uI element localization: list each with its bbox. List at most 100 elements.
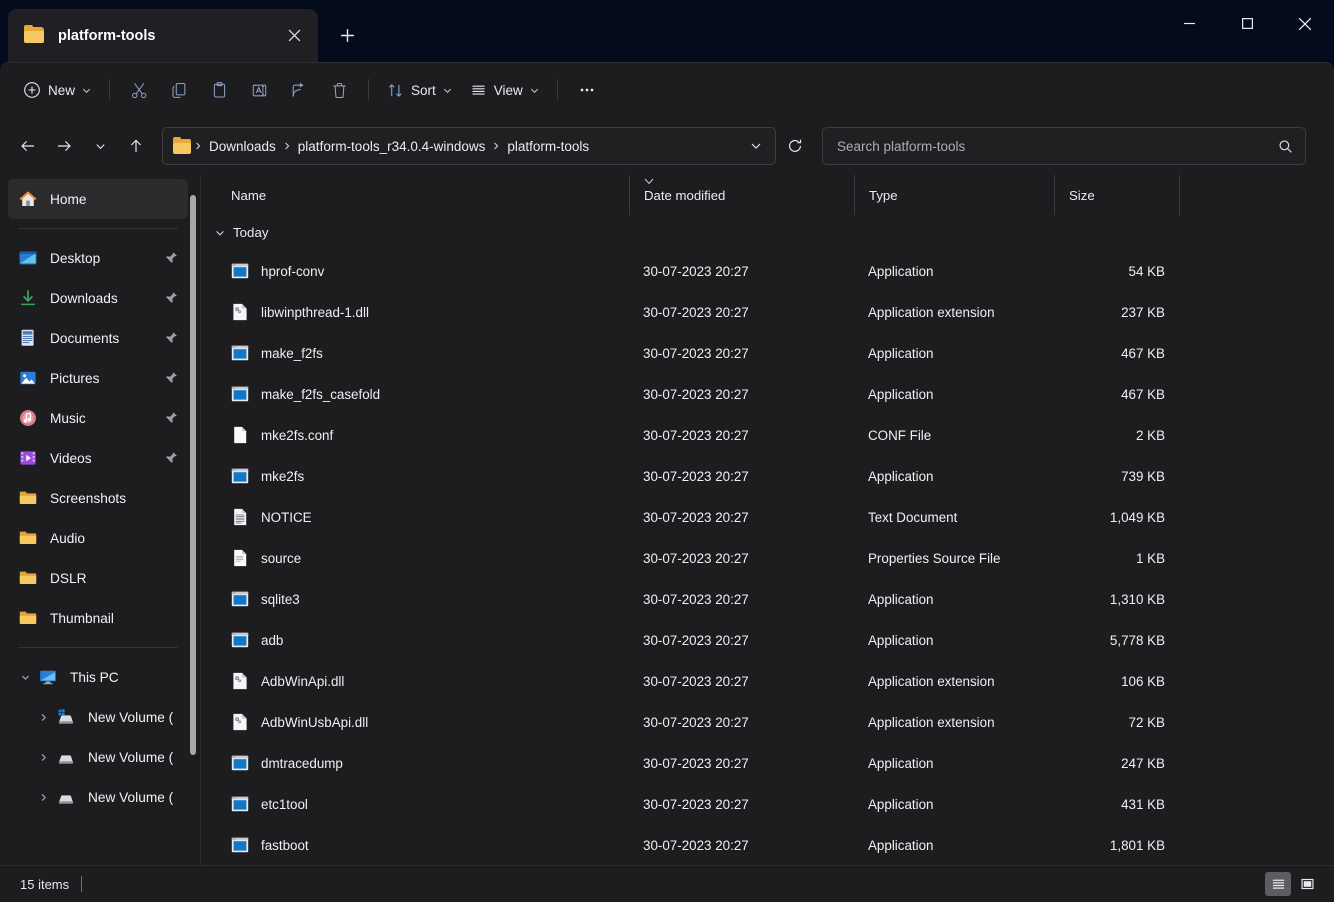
maximize-button[interactable] (1218, 0, 1276, 47)
recent-locations-button[interactable] (82, 128, 118, 164)
cut-button[interactable] (119, 72, 159, 108)
file-date-label: 30-07-2023 20:27 (643, 714, 749, 730)
close-tab-icon[interactable] (280, 22, 308, 50)
sidebar-scrollbar[interactable] (190, 195, 196, 755)
column-header-date-modified[interactable]: Date modified (629, 175, 854, 215)
share-button[interactable] (279, 72, 319, 108)
breadcrumb-separator-icon (193, 142, 203, 150)
trash-icon (332, 82, 346, 98)
file-name-cell[interactable]: NOTICE (231, 497, 629, 538)
rename-button[interactable] (239, 72, 279, 108)
delete-button[interactable] (319, 72, 359, 108)
column-header-type[interactable]: Type (854, 175, 1054, 215)
sidebar-item-this-pc[interactable]: This PC (8, 657, 188, 697)
file-name-label: etc1tool (261, 796, 308, 812)
forward-button[interactable] (46, 128, 82, 164)
close-button[interactable] (1276, 0, 1334, 47)
refresh-button[interactable] (778, 129, 812, 163)
pin-icon[interactable] (164, 411, 178, 425)
sidebar-item-screenshots[interactable]: Screenshots (8, 478, 188, 518)
chevron-right-icon[interactable] (32, 786, 54, 808)
table-row[interactable]: fastboot 30-07-2023 20:27 Application 1,801… (201, 825, 1334, 865)
minimize-button[interactable] (1160, 0, 1218, 47)
file-name-cell[interactable]: etc1tool (231, 784, 629, 825)
sidebar-item-music[interactable]: Music (8, 398, 188, 438)
file-name-cell[interactable]: AdbWinUsbApi.dll (231, 702, 629, 743)
sidebar-item-thumbnail[interactable]: Thumbnail (8, 598, 188, 638)
sidebar-item-pictures[interactable]: Pictures (8, 358, 188, 398)
pin-icon[interactable] (164, 251, 178, 265)
file-size-label: 467 KB (1121, 345, 1165, 361)
column-header-name[interactable]: Name (231, 175, 629, 215)
file-name-cell[interactable]: dmtracedump (231, 743, 629, 784)
file-name-cell[interactable]: adb (231, 620, 629, 661)
search-input[interactable] (837, 138, 1278, 154)
sort-button[interactable]: Sort (378, 72, 461, 108)
table-row[interactable]: AdbWinApi.dll 30-07-2023 20:27 Application… (201, 661, 1334, 702)
large-icons-view-button[interactable] (1294, 872, 1320, 896)
address-dropdown-button[interactable] (741, 131, 771, 161)
table-row[interactable]: mke2fs 30-07-2023 20:27 Application 739 KB (201, 456, 1334, 497)
file-name-cell[interactable]: source (231, 538, 629, 579)
breadcrumb-bar[interactable]: Downloads platform-tools_r34.0.4-windows… (162, 127, 776, 165)
view-button[interactable]: View (461, 72, 548, 108)
pin-icon[interactable] (164, 451, 178, 465)
pin-icon[interactable] (164, 331, 178, 345)
table-row[interactable]: dmtracedump 30-07-2023 20:27 Application 24… (201, 743, 1334, 784)
file-name-cell[interactable]: make_f2fs_casefold (231, 374, 629, 415)
sidebar-item-videos[interactable]: Videos (8, 438, 188, 478)
table-row[interactable]: etc1tool 30-07-2023 20:27 Application 431 K… (201, 784, 1334, 825)
details-view-button[interactable] (1265, 872, 1291, 896)
file-name-cell[interactable]: hprof-conv (231, 251, 629, 292)
column-header-size[interactable]: Size (1054, 175, 1179, 215)
table-row[interactable]: source 30-07-2023 20:27 Properties Source … (201, 538, 1334, 579)
new-tab-button[interactable] (328, 16, 366, 54)
sidebar-item-drive-c[interactable]: New Volume ( (8, 697, 188, 737)
search-icon[interactable] (1278, 139, 1293, 154)
table-row[interactable]: make_f2fs_casefold 30-07-2023 20:27 Applic… (201, 374, 1334, 415)
breadcrumb-downloads[interactable]: Downloads (203, 135, 282, 158)
group-header-today[interactable]: Today (201, 215, 1334, 251)
table-row[interactable]: hprof-conv 30-07-2023 20:27 Application 54 … (201, 251, 1334, 292)
table-row[interactable]: adb 30-07-2023 20:27 Application 5,778 KB (201, 620, 1334, 661)
tab-platform-tools[interactable]: platform-tools (8, 9, 318, 62)
table-row[interactable]: libwinpthread-1.dll 30-07-2023 20:27 Appli… (201, 292, 1334, 333)
sidebar-item-drive-d[interactable]: New Volume ( (8, 737, 188, 777)
back-button[interactable] (10, 128, 46, 164)
sidebar-item-downloads[interactable]: Downloads (8, 278, 188, 318)
breadcrumb-current-folder[interactable]: platform-tools (501, 135, 595, 158)
search-box[interactable] (822, 127, 1306, 165)
file-name-cell[interactable]: fastboot (231, 825, 629, 865)
file-name-cell[interactable]: mke2fs (231, 456, 629, 497)
chevron-down-icon (95, 143, 105, 149)
file-name-cell[interactable]: mke2fs.conf (231, 415, 629, 456)
sidebar-item-label: New Volume ( (88, 709, 174, 725)
sidebar-item-home[interactable]: Home (8, 179, 188, 219)
file-name-cell[interactable]: AdbWinApi.dll (231, 661, 629, 702)
pin-icon[interactable] (164, 291, 178, 305)
file-name-cell[interactable]: make_f2fs (231, 333, 629, 374)
up-button[interactable] (118, 128, 154, 164)
table-row[interactable]: NOTICE 30-07-2023 20:27 Text Document 1,049… (201, 497, 1334, 538)
file-name-cell[interactable]: libwinpthread-1.dll (231, 292, 629, 333)
file-name-cell[interactable]: sqlite3 (231, 579, 629, 620)
chevron-right-icon[interactable] (32, 746, 54, 768)
more-options-button[interactable] (567, 72, 607, 108)
breadcrumb-platform-tools-zip[interactable]: platform-tools_r34.0.4-windows (292, 135, 492, 158)
sidebar-item-audio[interactable]: Audio (8, 518, 188, 558)
sidebar-item-drive-e[interactable]: New Volume ( (8, 777, 188, 817)
chevron-right-icon[interactable] (32, 706, 54, 728)
paste-button[interactable] (199, 72, 239, 108)
table-row[interactable]: sqlite3 30-07-2023 20:27 Application 1,310 … (201, 579, 1334, 620)
sidebar-item-desktop[interactable]: Desktop (8, 238, 188, 278)
copy-button[interactable] (159, 72, 199, 108)
new-button[interactable]: New (14, 72, 100, 108)
table-row[interactable]: mke2fs.conf 30-07-2023 20:27 CONF File 2 KB (201, 415, 1334, 456)
pin-icon[interactable] (164, 371, 178, 385)
chevron-down-icon[interactable] (14, 666, 36, 688)
table-row[interactable]: AdbWinUsbApi.dll 30-07-2023 20:27 Applicat… (201, 702, 1334, 743)
sidebar-item-dslr[interactable]: DSLR (8, 558, 188, 598)
table-row[interactable]: make_f2fs 30-07-2023 20:27 Application 467 … (201, 333, 1334, 374)
application-icon (231, 385, 249, 403)
sidebar-item-documents[interactable]: Documents (8, 318, 188, 358)
